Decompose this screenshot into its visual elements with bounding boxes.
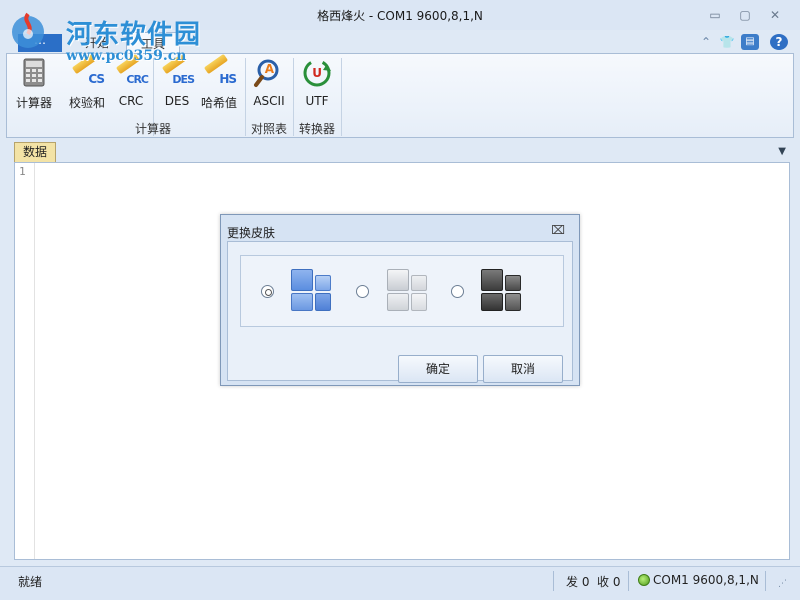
status-separator bbox=[628, 571, 629, 591]
cancel-button[interactable]: 取消 bbox=[483, 355, 563, 383]
ribbon-separator bbox=[293, 58, 294, 136]
ascii-icon-text: A bbox=[264, 62, 274, 76]
skin-swatch-silver-icon[interactable] bbox=[387, 269, 427, 311]
ascii-magnifier-icon: A bbox=[252, 58, 286, 88]
group-label-converter: 转换器 bbox=[298, 122, 335, 136]
line-number-gutter: 1 bbox=[15, 163, 35, 559]
des-button[interactable]: DES DES bbox=[157, 53, 197, 114]
crc-button[interactable]: CRC CRC bbox=[111, 53, 151, 114]
dialog-title: 更换皮肤 bbox=[227, 226, 276, 240]
checksum-icon-text: CS bbox=[88, 72, 105, 86]
dialog-body: 确定 取消 bbox=[227, 241, 573, 383]
dialog-close-icon[interactable]: ⌧ bbox=[551, 223, 565, 237]
skin-swatch-black-icon[interactable] bbox=[481, 269, 521, 311]
checksum-label: 校验和 bbox=[68, 96, 105, 110]
group-label-table: 对照表 bbox=[250, 122, 287, 136]
hash-button[interactable]: HS 哈希值 bbox=[197, 53, 241, 114]
help-icon[interactable]: ? bbox=[770, 34, 788, 50]
chevron-down-icon[interactable]: ▼ bbox=[778, 146, 786, 157]
line-number: 1 bbox=[19, 165, 26, 178]
restore-button[interactable]: ▢ bbox=[734, 6, 756, 24]
status-ready: 就绪 bbox=[18, 575, 43, 589]
status-received-count: 收 0 bbox=[597, 575, 621, 589]
hash-icon-text: HS bbox=[219, 72, 237, 86]
ribbon-separator bbox=[341, 58, 342, 136]
status-port-settings: COM1 9600,8,1,N bbox=[653, 573, 759, 587]
group-label-calculator: 计算器 bbox=[134, 122, 171, 136]
status-sent-count: 发 0 bbox=[566, 575, 590, 589]
chevron-up-icon[interactable]: ⌃ bbox=[697, 34, 715, 50]
crc-icon-text: CRC bbox=[126, 73, 149, 86]
calculator-button[interactable]: 计算器 bbox=[13, 58, 55, 114]
shirt-icon[interactable]: 👕 bbox=[718, 34, 736, 50]
watermark-url: www.pc0359.cn bbox=[66, 48, 187, 64]
tab-data[interactable]: 数据 bbox=[14, 142, 56, 162]
chat-icon[interactable]: ▤ bbox=[741, 34, 759, 50]
status-bar: 就绪 发 0 收 0 COM1 9600,8,1,N ⋰ bbox=[0, 566, 800, 600]
utf-label: UTF bbox=[305, 94, 329, 108]
close-button[interactable]: ✕ bbox=[764, 6, 786, 24]
skin-options bbox=[240, 255, 564, 327]
des-icon-text: DES bbox=[172, 73, 195, 86]
skin-dialog: 更换皮肤 ⌧ 确定 取消 bbox=[220, 214, 580, 386]
ribbon-separator bbox=[245, 58, 246, 136]
watermark-logo: 河东软件园 www.pc0359.cn bbox=[4, 6, 214, 66]
ok-button[interactable]: 确定 bbox=[398, 355, 478, 383]
resize-grip-icon[interactable]: ⋰ bbox=[778, 579, 787, 589]
watermark-title: 河东软件园 bbox=[66, 20, 202, 50]
skin-swatch-blue-icon[interactable] bbox=[291, 269, 331, 311]
ascii-label: ASCII bbox=[253, 94, 285, 108]
connection-status-icon bbox=[638, 574, 650, 586]
crc-label: CRC bbox=[118, 94, 144, 108]
utf-icon-text: U bbox=[312, 66, 322, 80]
utf-button[interactable]: U UTF bbox=[297, 58, 337, 114]
watermark-emblem-icon bbox=[12, 12, 44, 48]
ascii-button[interactable]: A ASCII bbox=[249, 58, 289, 114]
skin-radio-black[interactable] bbox=[451, 285, 464, 298]
hash-label: 哈希值 bbox=[200, 96, 237, 110]
status-separator bbox=[553, 571, 554, 591]
calculator-label: 计算器 bbox=[15, 96, 52, 110]
skin-radio-silver[interactable] bbox=[356, 285, 369, 298]
status-separator bbox=[765, 571, 766, 591]
checksum-button[interactable]: CS 校验和 bbox=[65, 53, 109, 114]
utf-convert-icon: U bbox=[300, 58, 334, 88]
minimize-button[interactable]: ▭ bbox=[704, 6, 726, 24]
skin-radio-blue[interactable] bbox=[261, 285, 274, 298]
des-label: DES bbox=[164, 94, 190, 108]
